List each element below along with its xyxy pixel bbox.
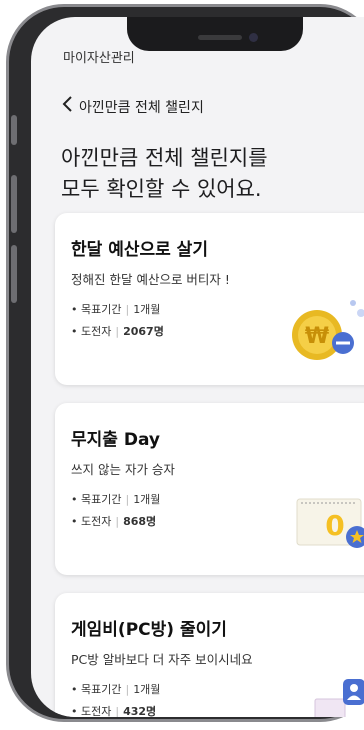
volume-up-button — [11, 175, 17, 233]
headline: 아낀만큼 전체 챌린지를 모두 확인할 수 있어요. — [61, 143, 268, 205]
coin-minus-icon: ₩ — [291, 295, 364, 369]
previous-screen-title: 마이자산관리 — [63, 51, 135, 66]
challenge-card[interactable]: 한달 예산으로 살기 정해진 한달 예산으로 버티자 ! • 목표기간 | 1개월 … — [55, 213, 364, 385]
phone-frame: 마이자산관리 아낀만큼 전체 챌린지 아낀만큼 전체 챌린지를 모두 확인할 수… — [6, 4, 364, 722]
challenge-period: • 목표기간 | 1개월 — [71, 493, 161, 506]
app-screen: 마이자산관리 아낀만큼 전체 챌린지 아낀만큼 전체 챌린지를 모두 확인할 수… — [31, 17, 364, 717]
challenge-title: 한달 예산으로 살기 — [71, 240, 208, 260]
challenge-title: 게임비(PC방) 줄이기 — [71, 620, 227, 640]
challenge-card[interactable]: 게임비(PC방) 줄이기 PC방 알바보다 더 자주 보이시네요 • 목표기간 |… — [55, 593, 364, 717]
challenge-participants: • 도전자 | 868명 — [71, 515, 157, 528]
volume-down-button — [11, 245, 17, 303]
challenge-title: 무지출 Day — [71, 430, 160, 450]
camera — [249, 33, 258, 42]
challenge-description: 쓰지 않는 자가 승자 — [71, 462, 175, 477]
challenge-period: • 목표기간 | 1개월 — [71, 303, 161, 316]
challenge-participants: • 도전자 | 2067명 — [71, 325, 164, 338]
nav-bar: 아낀만큼 전체 챌린지 — [61, 95, 204, 118]
mute-switch — [11, 115, 17, 145]
headline-line-2: 모두 확인할 수 있어요. — [61, 177, 262, 201]
page-title: 아낀만큼 전체 챌린지 — [79, 99, 204, 116]
speaker — [198, 35, 242, 40]
chevron-left-icon[interactable] — [61, 95, 73, 118]
svg-text:₩: ₩ — [305, 324, 329, 349]
calendar-zero-icon: 0 — [291, 493, 364, 557]
pc-user-icon — [313, 675, 364, 717]
challenge-description: PC방 알바보다 더 자주 보이시네요 — [71, 652, 253, 667]
challenge-participants: • 도전자 | 432명 — [71, 705, 157, 717]
challenge-description: 정해진 한달 예산으로 버티자 ! — [71, 272, 230, 287]
challenge-period: • 목표기간 | 1개월 — [71, 683, 161, 696]
svg-text:0: 0 — [325, 509, 344, 542]
notch — [127, 17, 303, 51]
headline-line-1: 아낀만큼 전체 챌린지를 — [61, 146, 268, 170]
challenge-card[interactable]: 무지출 Day 쓰지 않는 자가 승자 • 목표기간 | 1개월 • 도전자 | 868… — [55, 403, 364, 575]
